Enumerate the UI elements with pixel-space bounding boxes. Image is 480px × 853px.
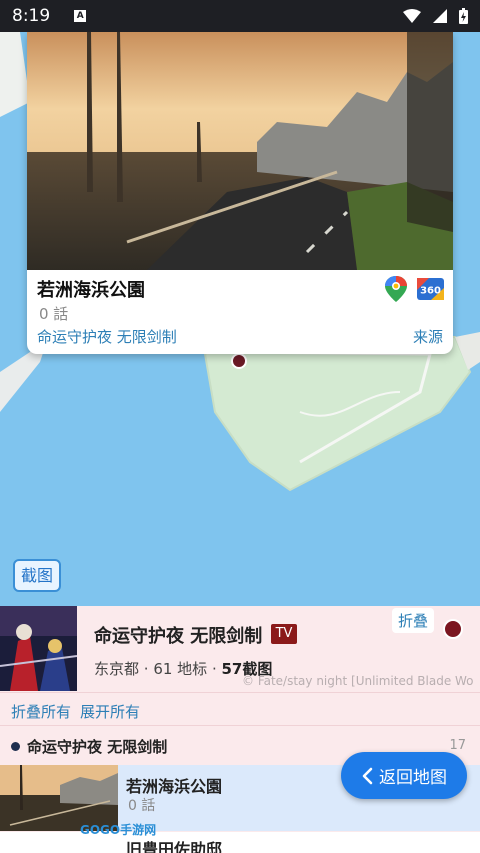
expand-all-button[interactable]: 展开所有 xyxy=(80,701,140,722)
screenshot-button[interactable]: 截图 xyxy=(13,559,61,592)
stats-points: 61 地标 xyxy=(153,660,208,678)
list-item-name: 若洲海浜公園 xyxy=(126,777,223,796)
notification-icon: A xyxy=(74,10,87,22)
list-item-name: 旧豊田佐助邸 xyxy=(126,840,223,853)
source-link[interactable]: 来源 xyxy=(413,326,443,347)
anime-link[interactable]: 命运守护夜 无限剑制 xyxy=(37,326,177,347)
list-controls: 折叠所有 展开所有 xyxy=(0,692,480,726)
stats-region: 东京都 xyxy=(94,660,140,678)
theme-color-dot[interactable] xyxy=(443,619,463,639)
chevron-left-icon xyxy=(362,767,373,784)
watermark: GOGO手游网 xyxy=(80,823,157,837)
group-count: 17 xyxy=(449,738,466,753)
location-title: 若洲海浜公園 xyxy=(37,280,145,301)
signal-icon xyxy=(433,9,447,23)
svg-text:360: 360 xyxy=(420,286,441,297)
stats-separator: · xyxy=(207,660,222,678)
location-photo xyxy=(27,32,453,270)
tv-badge: TV xyxy=(271,624,297,644)
group-bullet-icon xyxy=(11,742,20,751)
collapse-button[interactable]: 折叠 xyxy=(392,608,435,633)
google-maps-icon[interactable] xyxy=(385,276,407,302)
panorama-360-icon[interactable]: 360 xyxy=(417,278,444,300)
map-marker[interactable] xyxy=(231,353,247,369)
status-time: 8:19 xyxy=(12,6,51,26)
list-item-episode: 0 話 xyxy=(128,798,156,814)
status-bar: 8:19 A xyxy=(0,0,480,32)
group-title: 命运守护夜 无限剑制 xyxy=(27,738,168,756)
anime-title: 命运守护夜 无限剑制 xyxy=(94,626,263,647)
bottom-panel: 命运守护夜 无限剑制 TV 折叠 东京都 · 61 地标 · 57截图 © Fa… xyxy=(0,606,480,853)
list-item[interactable]: 旧豊田佐助邸 xyxy=(0,832,480,853)
wifi-icon xyxy=(403,9,421,23)
anime-cover-image[interactable] xyxy=(0,606,77,691)
back-to-map-label: 返回地图 xyxy=(379,768,447,788)
battery-icon xyxy=(459,8,468,24)
fold-all-button[interactable]: 折叠所有 xyxy=(11,701,71,722)
copyright-credit: © Fate/stay night [Unlimited Blade Wor..… xyxy=(242,674,474,688)
episode-label: 0 話 xyxy=(39,305,69,323)
back-to-map-button[interactable]: 返回地图 xyxy=(341,752,467,799)
stats-separator: · xyxy=(139,660,154,678)
location-card[interactable]: 若洲海浜公園 360 0 話 命运守护夜 无限剑制 来源 xyxy=(27,32,453,354)
